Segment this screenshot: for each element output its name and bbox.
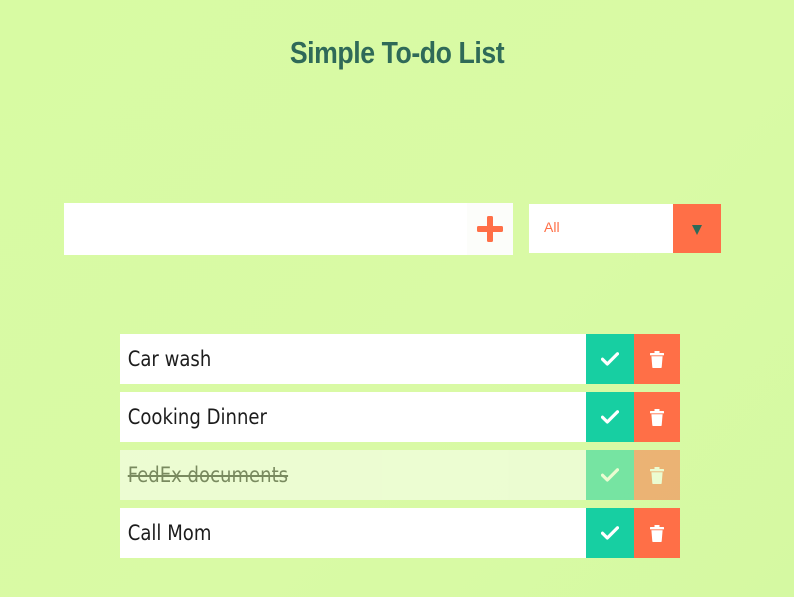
check-icon — [601, 468, 619, 482]
filter-select[interactable]: All — [529, 204, 721, 253]
complete-button[interactable] — [586, 508, 634, 558]
check-icon — [601, 352, 619, 366]
filter-selected-value: All — [544, 219, 560, 235]
delete-button[interactable] — [634, 392, 680, 442]
check-icon — [601, 410, 619, 424]
todo-text: Car wash — [127, 347, 212, 371]
trash-icon — [650, 466, 664, 484]
delete-button[interactable] — [634, 450, 680, 500]
complete-button[interactable] — [586, 334, 634, 384]
todo-list: Car wash Cooking Dinner FedEx documents … — [120, 334, 680, 566]
page-title: Simple To-do List — [289, 34, 505, 70]
todo-text: Call Mom — [127, 521, 212, 545]
complete-button[interactable] — [586, 392, 634, 442]
todo-text: Cooking Dinner — [127, 405, 267, 429]
add-todo-form — [64, 203, 513, 255]
todo-item: Call Mom — [120, 508, 680, 558]
todo-text: FedEx documents — [127, 463, 289, 487]
caret-down-icon — [692, 225, 702, 235]
todo-input[interactable] — [64, 203, 464, 255]
filter-dropdown-button[interactable] — [673, 204, 721, 253]
trash-icon — [650, 408, 664, 426]
trash-icon — [650, 524, 664, 542]
check-icon — [601, 526, 619, 540]
plus-icon — [477, 216, 503, 242]
complete-button[interactable] — [586, 450, 634, 500]
delete-button[interactable] — [634, 334, 680, 384]
add-todo-button[interactable] — [467, 203, 513, 255]
trash-icon — [650, 350, 664, 368]
delete-button[interactable] — [634, 508, 680, 558]
todo-item: Cooking Dinner — [120, 392, 680, 442]
todo-item: Car wash — [120, 334, 680, 384]
todo-item-completed: FedEx documents — [120, 450, 680, 500]
